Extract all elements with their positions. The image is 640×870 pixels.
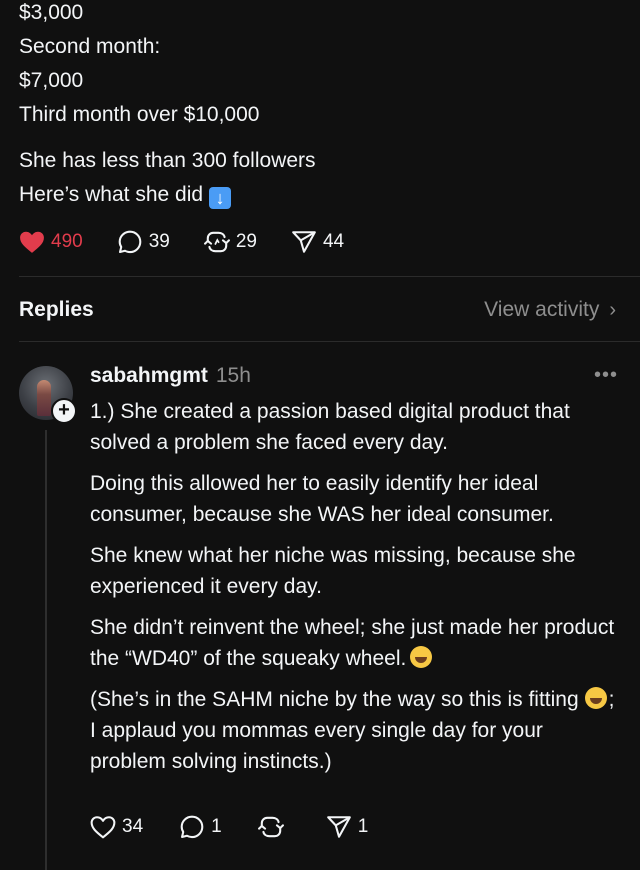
reply-repost-button[interactable]: [257, 814, 290, 840]
post-text: $3,000 Second month: $7,000 Third month …: [19, 0, 619, 212]
replies-header: Replies View activity ›: [19, 290, 616, 330]
reply-like-button[interactable]: 34: [90, 815, 143, 839]
thread-line: [45, 430, 47, 870]
divider: [19, 341, 640, 342]
avatar-figure: [37, 380, 51, 416]
post-line: $3,000: [19, 1, 84, 24]
repost-button[interactable]: 29: [203, 229, 257, 255]
follow-plus-icon[interactable]: +: [51, 398, 77, 424]
replies-title: Replies: [19, 298, 94, 321]
more-options-icon[interactable]: •••: [594, 364, 618, 387]
like-button[interactable]: 490: [19, 230, 83, 254]
post-line: Third month over $10,000: [19, 103, 260, 126]
post-actions: 490 39 29 44: [19, 227, 344, 257]
reply-paragraph: Doing this allowed her to easily identif…: [90, 472, 554, 526]
reply-paragraph: She didn’t reinvent the wheel; she just …: [90, 616, 615, 670]
reply-header: sabahmgmt 15h: [90, 364, 251, 388]
repost-icon: [257, 816, 284, 838]
reply-like-count: 34: [122, 816, 144, 837]
reply-comment-button[interactable]: 1: [179, 814, 222, 840]
share-count: 44: [322, 231, 345, 252]
reply-actions: 34 1 1: [90, 812, 368, 842]
chevron-right-icon: ›: [609, 298, 616, 321]
heart-icon: [90, 816, 116, 839]
username[interactable]: sabahmgmt: [90, 364, 208, 388]
reply-share-count: 1: [357, 816, 369, 837]
reply-paragraph-with-emoji: (She’s in the SAHM niche by the way so t…: [90, 684, 620, 777]
post-line: $7,000: [19, 69, 84, 92]
like-count: 490: [51, 231, 83, 252]
comment-button[interactable]: 39: [117, 229, 170, 255]
reply-share-button[interactable]: 1: [326, 814, 369, 840]
view-activity-link[interactable]: View activity ›: [484, 298, 616, 322]
post-line: She has less than 300 followers: [19, 149, 316, 172]
reply-comment-count: 1: [211, 816, 222, 837]
reply-paragraph: (She’s in the SAHM niche by the way so t…: [90, 688, 579, 711]
divider: [19, 276, 640, 277]
comment-icon: [180, 815, 204, 839]
repost-icon: [203, 231, 230, 253]
post-line: Second month:: [19, 35, 161, 58]
post-line: Here’s what she did: [19, 183, 204, 206]
down-arrow-emoji-icon: ↓: [209, 187, 232, 209]
heart-filled-icon: [20, 231, 44, 253]
comment-count: 39: [148, 231, 170, 252]
laughing-emoji-icon: [410, 646, 433, 668]
share-icon: [292, 231, 316, 253]
sweat-smile-emoji-icon: [584, 687, 607, 709]
post-line-with-emoji: Here’s what she did ↓: [19, 178, 619, 212]
timestamp: 15h: [215, 364, 251, 387]
comment-icon: [118, 230, 142, 254]
share-button[interactable]: 44: [291, 229, 344, 255]
reply-body: 1.) She created a passion based digital …: [90, 396, 620, 787]
repost-count: 29: [235, 231, 257, 252]
view-activity-label: View activity: [484, 298, 600, 321]
share-icon: [326, 816, 351, 838]
reply-paragraph: 1.) She created a passion based digital …: [90, 400, 570, 454]
reply-paragraph-with-emoji: She didn’t reinvent the wheel; she just …: [90, 612, 620, 674]
reply-paragraph: She knew what her niche was missing, bec…: [90, 544, 576, 598]
